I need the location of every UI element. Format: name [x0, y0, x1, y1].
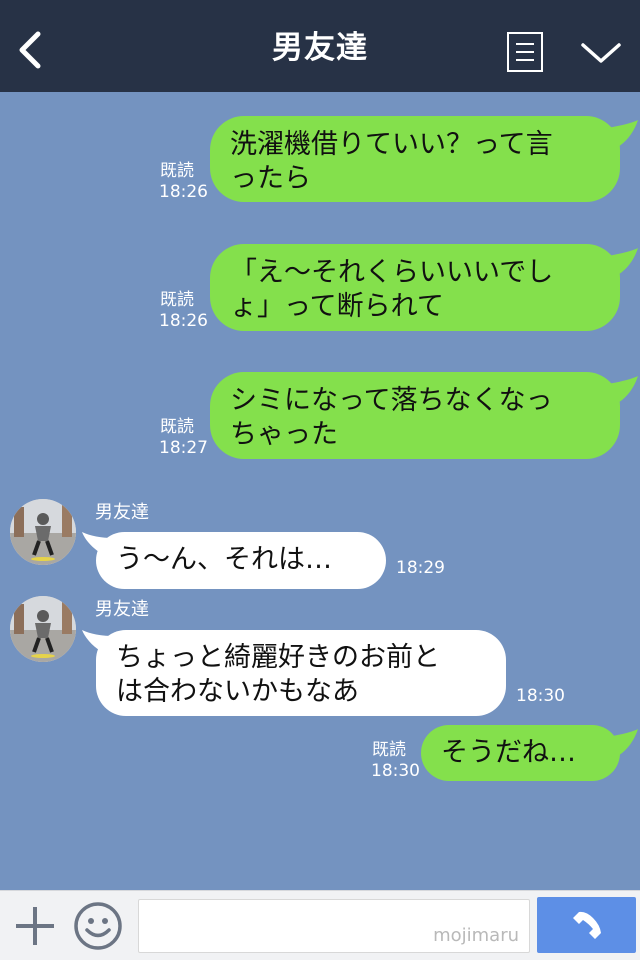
read-receipt: 既読: [160, 161, 194, 181]
read-receipt: 既読: [160, 290, 194, 310]
message-bubble-outgoing[interactable]: 洗濯機借りていい？って言 ったら: [210, 116, 620, 202]
read-receipt: 既読: [372, 740, 406, 760]
message-time: 18:27: [159, 438, 208, 458]
call-button[interactable]: [537, 897, 636, 953]
message-time: 18:26: [159, 311, 208, 331]
input-bar: mojimaru: [0, 890, 640, 960]
message-time: 18:26: [159, 182, 208, 202]
message-input[interactable]: mojimaru: [138, 899, 530, 953]
message-bubble-outgoing[interactable]: シミになって落ちなくなっ ちゃった: [210, 372, 620, 459]
bubble-tail: [608, 120, 638, 150]
read-receipt: 既読: [160, 417, 194, 437]
avatar[interactable]: [10, 499, 76, 565]
chat-title: 男友達: [272, 30, 368, 66]
sender-name: 男友達: [95, 599, 149, 620]
plus-icon[interactable]: [14, 905, 56, 947]
bubble-tail: [608, 729, 638, 759]
bubble-tail: [608, 376, 638, 406]
chat-header: 男友達: [0, 0, 640, 92]
message-bubble-outgoing[interactable]: そうだね…: [421, 725, 620, 781]
watermark-text: mojimaru: [433, 925, 519, 946]
message-bubble-outgoing[interactable]: 「え～それくらいいいでし ょ」って断られて: [210, 244, 620, 331]
sender-name: 男友達: [95, 502, 149, 523]
menu-list-icon[interactable]: [507, 32, 543, 72]
message-bubble-incoming[interactable]: う～ん、それは…: [96, 532, 386, 589]
chevron-down-icon[interactable]: [580, 40, 622, 66]
message-time: 18:29: [396, 558, 445, 578]
message-bubble-incoming[interactable]: ちょっと綺麗好きのお前と は合わないかもなあ: [96, 630, 506, 716]
smile-icon[interactable]: [73, 901, 123, 951]
phone-icon: [573, 911, 601, 939]
message-time: 18:30: [371, 761, 420, 781]
bubble-tail: [608, 248, 638, 278]
avatar[interactable]: [10, 596, 76, 662]
message-time: 18:30: [516, 686, 565, 706]
